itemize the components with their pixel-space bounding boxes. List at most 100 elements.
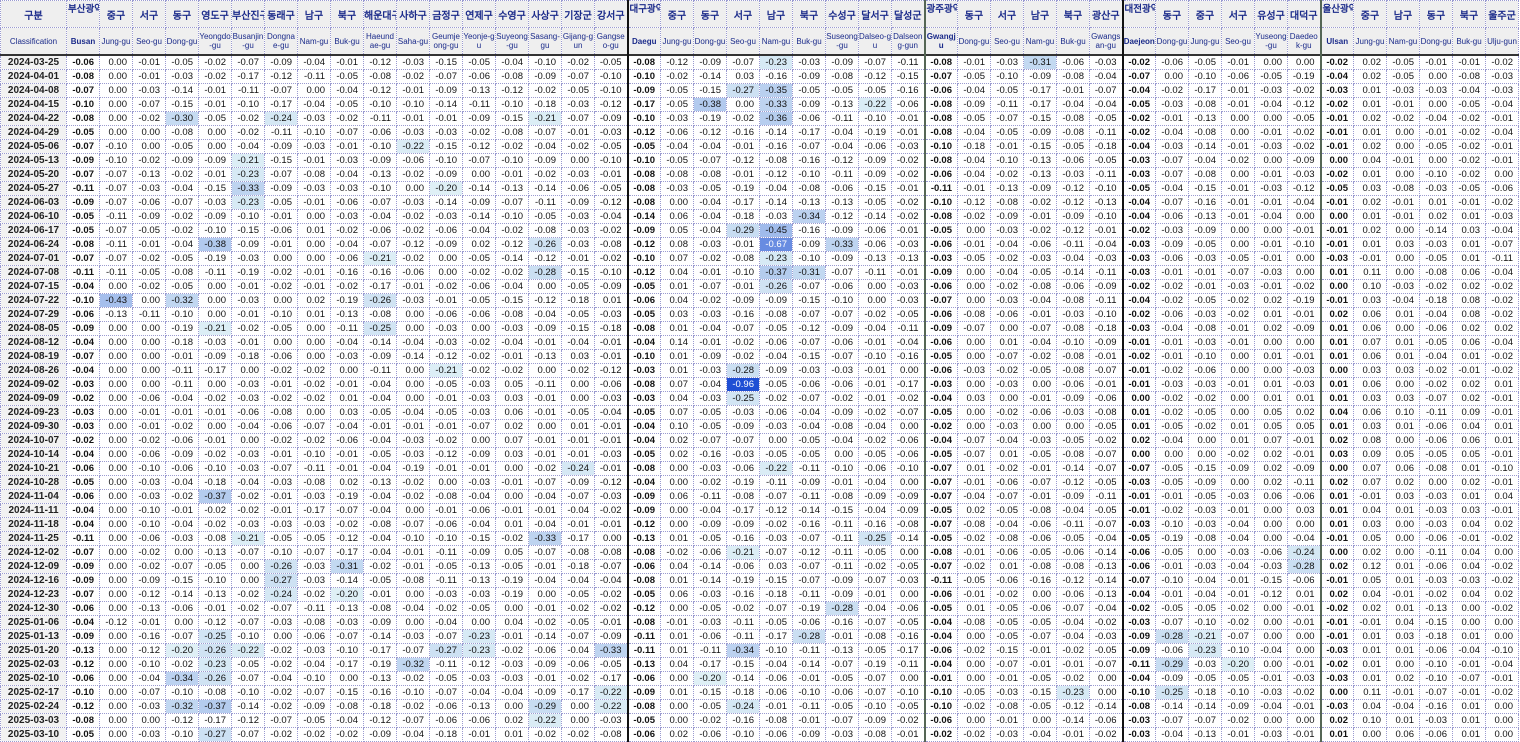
- value-cell[interactable]: -0.15: [429, 139, 463, 154]
- value-cell[interactable]: -0.03: [759, 419, 793, 434]
- value-cell[interactable]: -0.05: [693, 181, 727, 196]
- value-cell[interactable]: 0.05: [1353, 573, 1387, 588]
- value-cell[interactable]: -0.05: [792, 447, 826, 462]
- value-cell[interactable]: -0.01: [792, 713, 826, 728]
- value-cell[interactable]: 0.01: [660, 643, 694, 658]
- value-cell[interactable]: -0.03: [462, 377, 496, 392]
- value-cell[interactable]: 0.04: [1452, 517, 1486, 532]
- district-header-english[interactable]: Ulju-gun: [1485, 27, 1519, 56]
- value-cell[interactable]: 0.06: [660, 209, 694, 224]
- city-header-korean[interactable]: 부산광역시: [66, 0, 100, 28]
- value-cell[interactable]: -0.16: [726, 531, 760, 546]
- value-cell[interactable]: -0.18: [198, 475, 232, 490]
- value-cell[interactable]: -0.01: [132, 237, 166, 252]
- row-date[interactable]: 2025-03-10: [0, 727, 67, 742]
- value-cell[interactable]: -0.08: [726, 489, 760, 504]
- value-cell[interactable]: 0.03: [1287, 503, 1321, 518]
- value-cell[interactable]: -0.05: [1089, 475, 1123, 490]
- value-cell[interactable]: 0.02: [1452, 279, 1486, 294]
- value-cell[interactable]: 0.00: [231, 363, 265, 378]
- value-cell[interactable]: -0.03: [1188, 335, 1222, 350]
- value-cell[interactable]: -0.05: [1155, 545, 1189, 560]
- value-cell[interactable]: -0.09: [792, 237, 826, 252]
- district-header-english[interactable]: Buk-gu: [1056, 27, 1090, 56]
- value-cell[interactable]: 0.00: [99, 503, 133, 518]
- value-cell[interactable]: -0.02: [165, 209, 199, 224]
- value-cell[interactable]: -0.15: [462, 531, 496, 546]
- value-cell[interactable]: -0.18: [165, 335, 199, 350]
- value-cell[interactable]: -0.08: [198, 531, 232, 546]
- value-cell[interactable]: -0.02: [726, 111, 760, 126]
- value-cell[interactable]: 0.01: [1452, 699, 1486, 714]
- value-cell[interactable]: 0.00: [726, 97, 760, 112]
- city-value-cell[interactable]: -0.02: [1319, 167, 1354, 182]
- value-cell[interactable]: 0.01: [1221, 419, 1255, 434]
- row-date[interactable]: 2024-12-02: [0, 545, 67, 560]
- value-cell[interactable]: -0.03: [693, 615, 727, 630]
- city-value-cell[interactable]: -0.09: [1121, 643, 1156, 658]
- district-header-korean[interactable]: 사하구: [396, 0, 430, 28]
- value-cell[interactable]: -0.09: [528, 657, 562, 672]
- value-cell[interactable]: -0.16: [363, 685, 397, 700]
- value-cell[interactable]: -0.04: [693, 195, 727, 210]
- city-value-cell[interactable]: -0.08: [66, 69, 100, 84]
- value-cell[interactable]: -0.03: [165, 69, 199, 84]
- row-date[interactable]: 2024-05-20: [0, 167, 67, 182]
- value-cell[interactable]: -0.06: [660, 125, 694, 140]
- value-cell[interactable]: -0.27: [429, 643, 463, 658]
- value-cell[interactable]: 0.00: [1386, 167, 1420, 182]
- city-value-cell[interactable]: -0.02: [1319, 601, 1354, 616]
- value-cell[interactable]: -0.05: [330, 69, 364, 84]
- value-cell[interactable]: -0.06: [264, 223, 298, 238]
- district-header-english[interactable]: Nam-gu: [759, 27, 793, 56]
- value-cell[interactable]: -0.10: [1188, 615, 1222, 630]
- value-cell[interactable]: -0.17: [726, 195, 760, 210]
- value-cell[interactable]: -0.02: [1287, 139, 1321, 154]
- value-cell[interactable]: -0.28: [528, 265, 562, 280]
- value-cell[interactable]: -0.26: [363, 293, 397, 308]
- city-value-cell[interactable]: -0.06: [1121, 545, 1156, 560]
- value-cell[interactable]: -0.31: [330, 559, 364, 574]
- value-cell[interactable]: 0.01: [1452, 629, 1486, 644]
- value-cell[interactable]: 0.00: [297, 321, 331, 336]
- value-cell[interactable]: -0.02: [693, 713, 727, 728]
- city-value-cell[interactable]: 0.03: [1319, 447, 1354, 462]
- value-cell[interactable]: -0.23: [759, 54, 793, 70]
- value-cell[interactable]: -0.07: [825, 713, 859, 728]
- value-cell[interactable]: -0.08: [165, 265, 199, 280]
- value-cell[interactable]: -0.14: [759, 125, 793, 140]
- value-cell[interactable]: -0.08: [825, 489, 859, 504]
- value-cell[interactable]: -0.01: [594, 349, 628, 364]
- value-cell[interactable]: 0.00: [99, 657, 133, 672]
- value-cell[interactable]: -0.04: [1254, 699, 1288, 714]
- district-header-english[interactable]: Gwangsan-gu: [1089, 27, 1123, 56]
- value-cell[interactable]: -0.03: [297, 517, 331, 532]
- value-cell[interactable]: -0.02: [165, 223, 199, 238]
- value-cell[interactable]: -0.01: [1089, 377, 1123, 392]
- value-cell[interactable]: -0.04: [1155, 321, 1189, 336]
- value-cell[interactable]: 0.00: [1386, 657, 1420, 672]
- value-cell[interactable]: -0.03: [1221, 279, 1255, 294]
- district-header-english[interactable]: Nam-gu: [1023, 27, 1057, 56]
- city-value-cell[interactable]: -0.09: [66, 195, 100, 210]
- value-cell[interactable]: -0.04: [693, 209, 727, 224]
- district-header-korean[interactable]: 중구: [1353, 0, 1387, 28]
- value-cell[interactable]: -0.01: [396, 83, 430, 98]
- value-cell[interactable]: 0.05: [495, 377, 529, 392]
- value-cell[interactable]: 0.00: [495, 461, 529, 476]
- value-cell[interactable]: -0.05: [1155, 461, 1189, 476]
- value-cell[interactable]: -0.03: [561, 237, 595, 252]
- value-cell[interactable]: -0.09: [561, 195, 595, 210]
- value-cell[interactable]: -0.04: [1089, 237, 1123, 252]
- value-cell[interactable]: 0.06: [1353, 307, 1387, 322]
- value-cell[interactable]: -0.03: [462, 587, 496, 602]
- value-cell[interactable]: -0.07: [495, 195, 529, 210]
- value-cell[interactable]: -0.23: [231, 167, 265, 182]
- value-cell[interactable]: -0.04: [165, 181, 199, 196]
- value-cell[interactable]: -0.08: [1452, 69, 1486, 84]
- row-date[interactable]: 2024-11-11: [0, 503, 67, 518]
- value-cell[interactable]: -0.03: [1419, 181, 1453, 196]
- city-value-cell[interactable]: -0.06: [626, 727, 661, 742]
- city-value-cell[interactable]: -0.17: [626, 97, 661, 112]
- value-cell[interactable]: -0.05: [858, 447, 892, 462]
